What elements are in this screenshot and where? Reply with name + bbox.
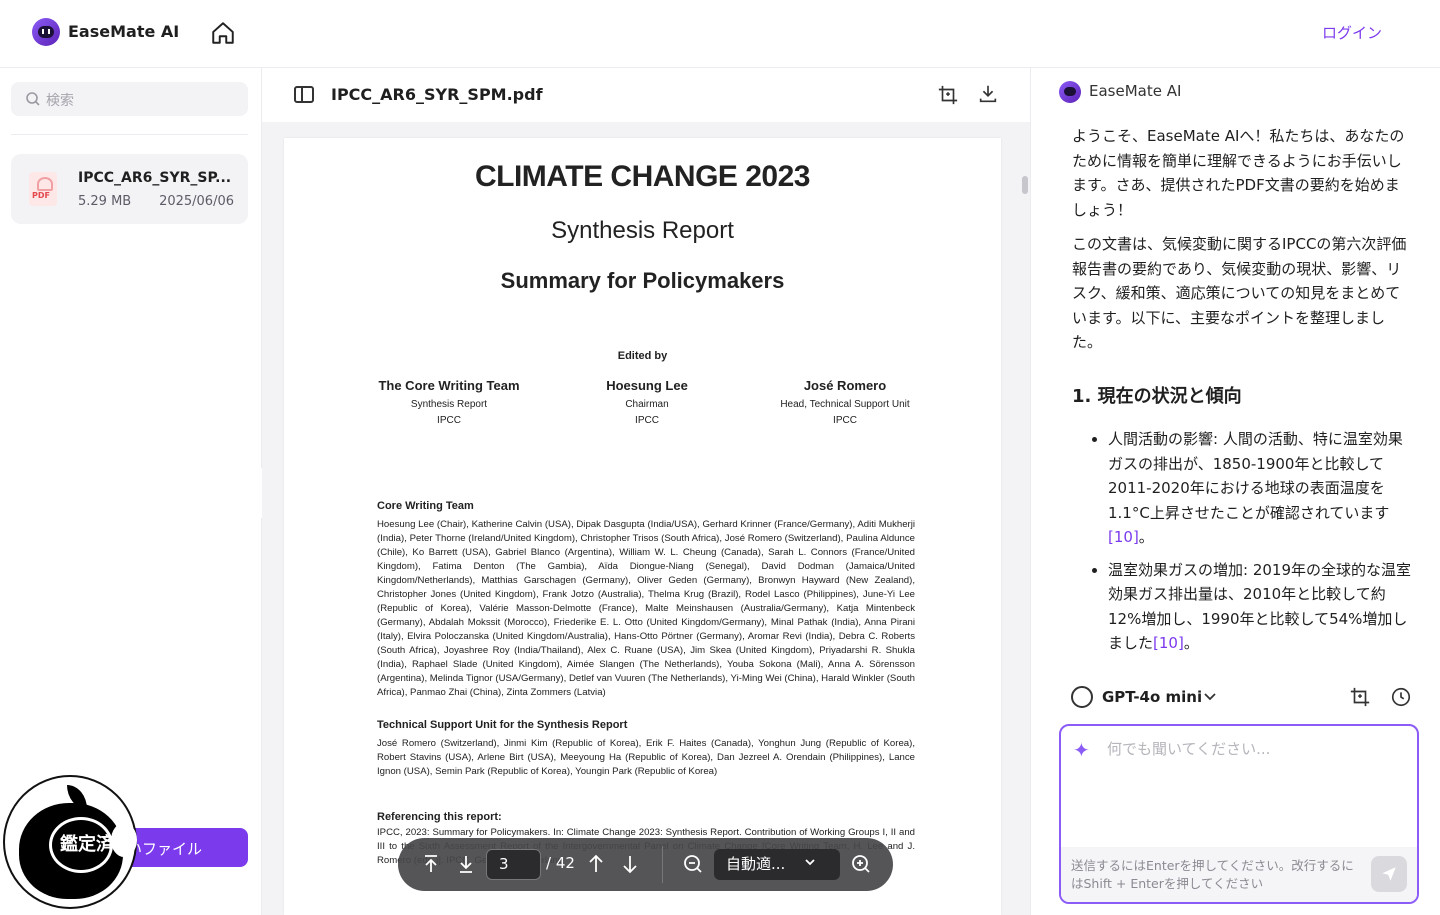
file-name: IPCC_AR6_SYR_SP...	[78, 170, 232, 186]
tsu-body: José Romero (Switzerland), Jinmi Kim (Re…	[377, 738, 915, 777]
apple-watermark: 鑑定済	[3, 775, 137, 909]
chat-input-box[interactable]: ✦ 送信するにはEnterを押してください。改行するにはShift + Ente…	[1059, 724, 1419, 904]
stamp-text: 鑑定済	[60, 834, 114, 855]
pdf-icon: PDF	[29, 172, 57, 206]
easemate-logo-small	[1059, 81, 1081, 103]
core-team-heading: Core Writing Team	[377, 500, 474, 512]
chat-message: ようこそ、EaseMate AIへ！私たちは、あなたのために情報を簡単に理解でき…	[1072, 124, 1412, 664]
divider	[11, 134, 248, 135]
pager-divider	[662, 846, 663, 883]
easemate-logo[interactable]	[32, 18, 60, 46]
send-button[interactable]	[1371, 856, 1407, 892]
last-page-icon[interactable]	[454, 852, 478, 876]
first-page-icon[interactable]	[419, 852, 443, 876]
bullet-list: 人間活動の影響: 人間の活動、特に温室効果ガスの排出が、1850-1900年と比…	[1072, 427, 1412, 656]
viewer-header: IPCC_AR6_SYR_SPM.pdf	[262, 68, 1030, 122]
zoom-select[interactable]: 自動適...	[714, 849, 840, 880]
openai-icon	[1071, 686, 1093, 708]
editor-role: Head, Technical Support Unit	[780, 399, 910, 410]
pdf-viewer: IPCC_AR6_SYR_SPM.pdf CLIMATE CHANGE 2023…	[262, 68, 1030, 915]
page-navigation-bar: 3 / 42 自動適...	[398, 838, 893, 891]
sidebar-toggle-icon[interactable]	[294, 86, 314, 103]
zoom-in-icon[interactable]	[849, 852, 873, 876]
home-icon[interactable]	[210, 20, 236, 46]
chat-brand: EaseMate AI	[1089, 82, 1182, 100]
file-date: 2025/06/06	[159, 194, 234, 209]
list-item: 温室効果ガスの増加: 2019年の全球的な温室効果ガス排出量は、2010年と比較…	[1108, 558, 1412, 656]
search-box[interactable]: 検索	[11, 82, 248, 116]
file-size: 5.29 MB	[78, 194, 132, 209]
summary-text: この文書は、気候変動に関するIPCCの第六次評価報告書の要約であり、気候変動の現…	[1072, 235, 1407, 351]
history-icon[interactable]	[1390, 686, 1412, 708]
intro-text: ようこそ、EaseMate AIへ！私たちは、あなたのために情報を簡単に理解でき…	[1072, 127, 1405, 219]
citation-link[interactable]: [10]	[1153, 634, 1184, 652]
search-input[interactable]: 検索	[46, 90, 74, 110]
bullet-tail: 。	[1138, 528, 1154, 546]
chevron-down-icon	[1203, 686, 1217, 712]
login-link[interactable]: ログイン	[1322, 22, 1382, 43]
zoom-out-icon[interactable]	[681, 852, 705, 876]
file-list-item[interactable]: PDF IPCC_AR6_SYR_SP... 5.29 MB 2025/06/0…	[11, 154, 248, 224]
document-title: IPCC_AR6_SYR_SPM.pdf	[331, 85, 543, 104]
tsu-heading: Technical Support Unit for the Synthesis…	[377, 719, 628, 731]
report-title: CLIMATE CHANGE 2023	[474, 160, 811, 193]
input-footer: 送信するにはEnterを押してください。改行するにはShift + Enterを…	[1061, 847, 1417, 902]
model-name: GPT-4o mini	[1102, 688, 1203, 706]
editor-name: José Romero	[803, 378, 887, 393]
download-icon[interactable]	[977, 83, 999, 105]
zoom-select-value: 自動適...	[726, 855, 786, 873]
editor-block: José Romero Head, Technical Support Unit…	[725, 378, 965, 426]
page-total: / 42	[546, 854, 575, 872]
prev-page-icon[interactable]	[584, 852, 608, 876]
sparkle-icon: ✦	[1073, 738, 1090, 762]
citation-link[interactable]: [10]	[1108, 528, 1139, 546]
bullet-tail: 。	[1183, 634, 1199, 652]
section-heading: 1. 現在の状況と傾向	[1072, 385, 1242, 407]
editor-org: IPCC	[833, 415, 857, 426]
bullet-text: 人間活動の影響: 人間の活動、特に温室効果ガスの排出が、1850-1900年と比…	[1108, 430, 1403, 522]
reference-heading: Referencing this report:	[377, 811, 502, 823]
edited-by-label: Edited by	[617, 350, 668, 362]
page-number-input[interactable]: 3	[486, 849, 541, 880]
chat-input[interactable]	[1107, 740, 1397, 758]
next-page-icon[interactable]	[618, 852, 642, 876]
top-bar: EaseMate AI ログイン	[0, 0, 1440, 68]
core-team-body: Hoesung Lee (Chair), Katherine Calvin (U…	[377, 519, 915, 698]
list-item: 人間活動の影響: 人間の活動、特に温室効果ガスの排出が、1850-1900年と比…	[1108, 427, 1412, 550]
chevron-down-icon	[804, 849, 816, 880]
report-subtitle-2: Summary for Policymakers	[500, 268, 785, 293]
screenshot-crop-icon[interactable]	[1349, 686, 1371, 708]
report-subtitle: Synthesis Report	[551, 217, 734, 244]
pdf-page: CLIMATE CHANGE 2023 Synthesis Report Sum…	[284, 138, 1001, 915]
send-hint: 送信するにはEnterを押してください。改行するにはShift + Enterを…	[1071, 858, 1354, 891]
pdf-icon-label: PDF	[32, 191, 50, 200]
search-icon	[26, 92, 40, 106]
scrollbar-thumb[interactable]	[1022, 176, 1028, 194]
appraisal-stamp: 鑑定済	[49, 817, 114, 873]
apple-bite	[111, 823, 137, 857]
screenshot-crop-icon[interactable]	[937, 84, 959, 106]
send-icon	[1382, 867, 1396, 881]
chat-panel: EaseMate AI ようこそ、EaseMate AIへ！私たちは、あなたのた…	[1030, 68, 1440, 915]
brand-name[interactable]: EaseMate AI	[68, 22, 179, 41]
